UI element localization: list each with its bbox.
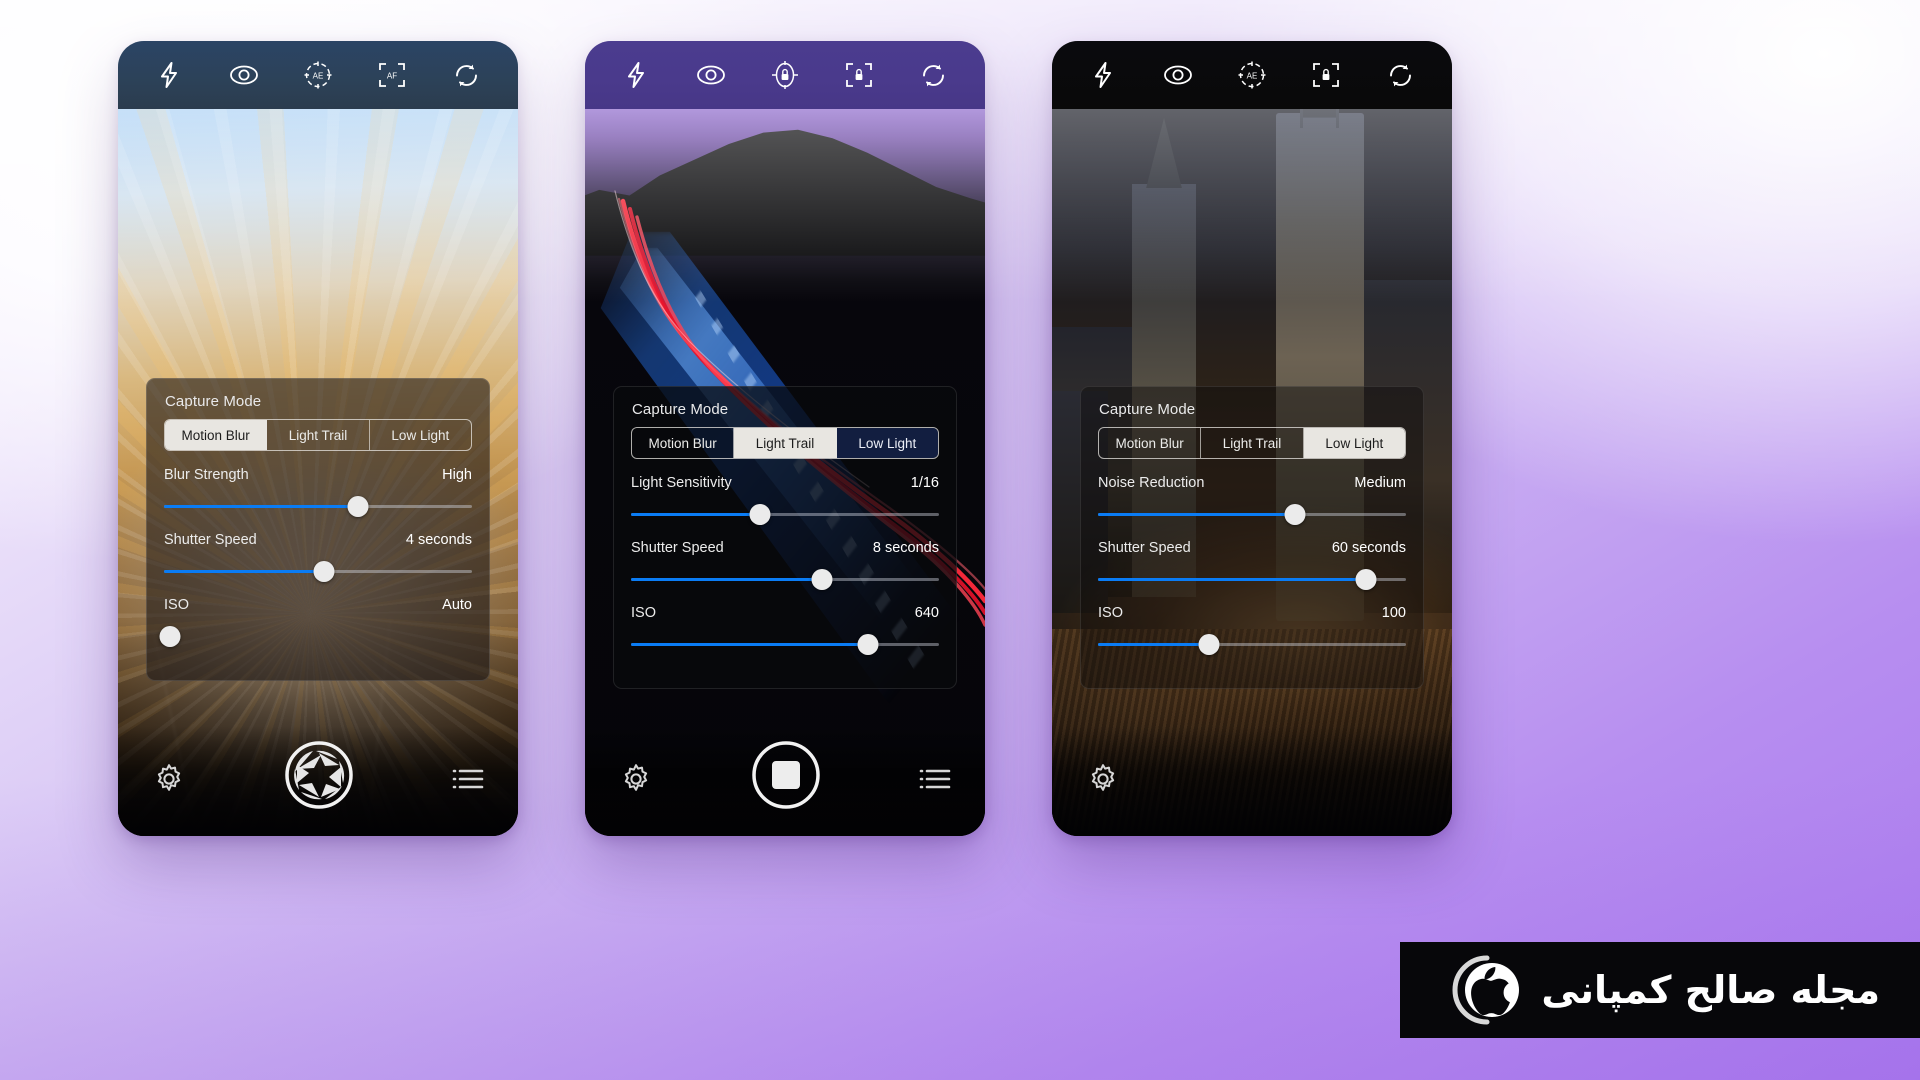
setting-row-noise-reduction: Noise Reduction Medium: [1098, 475, 1406, 526]
shutter-button[interactable]: [749, 738, 823, 812]
flash-icon[interactable]: [616, 55, 656, 95]
capture-mode-segmented-control[interactable]: Motion Blur Light Trail Low Light: [164, 419, 472, 451]
mode-low-light[interactable]: Low Light: [1303, 428, 1405, 458]
watermark-banner: مجله صالح کمپانی: [1400, 942, 1920, 1038]
row-value: 8 seconds: [872, 540, 939, 556]
switch-camera-icon[interactable]: [447, 55, 487, 95]
iso-slider[interactable]: [159, 626, 472, 648]
auto-exposure-lock-icon[interactable]: [765, 55, 805, 95]
watermark-text: مجله صالح کمپانی: [1541, 968, 1880, 1012]
capture-mode-segmented-control[interactable]: Motion Blur Light Trail Low Light: [631, 427, 939, 459]
ae-label: AE: [1247, 71, 1258, 80]
mode-motion-blur[interactable]: Motion Blur: [165, 420, 268, 450]
row-value: 100: [1381, 605, 1406, 621]
iso-slider[interactable]: [1098, 634, 1406, 656]
row-label: ISO: [631, 605, 656, 621]
row-label: Noise Reduction: [1098, 475, 1205, 491]
light-sensitivity-slider[interactable]: [631, 504, 939, 526]
shutter-button[interactable]: [282, 738, 356, 812]
mode-light-trail[interactable]: Light Trail: [1201, 428, 1304, 458]
capture-controls-panel-1: Capture Mode Motion Blur Light Trail Low…: [146, 378, 490, 681]
setting-row-iso: ISO Auto: [159, 597, 472, 648]
camera-top-bar-1: AE AF: [118, 41, 518, 109]
row-label: Shutter Speed: [631, 540, 724, 556]
row-value: 1/16: [910, 475, 939, 491]
setting-row-iso: ISO 640: [631, 605, 939, 656]
phone-mockup-2: Capture Mode Motion Blur Light Trail Low…: [585, 41, 985, 836]
shutter-speed-slider[interactable]: [631, 569, 939, 591]
setting-row-shutter-speed: Shutter Speed 4 seconds: [164, 532, 472, 583]
row-value: 60 seconds: [1331, 540, 1406, 556]
panel-title: Capture Mode: [632, 401, 729, 418]
row-value: High: [442, 467, 472, 483]
camera-screen-3: AE Capture Mode Motion Blur Light Trail …: [1052, 41, 1452, 836]
setting-row-shutter-speed: Shutter Speed 60 seconds: [1098, 540, 1406, 591]
row-value: 640: [914, 605, 939, 621]
row-label: Blur Strength: [164, 467, 249, 483]
screenshot-canvas: AE AF Capture Mode Motion Blur Light Tra…: [0, 0, 1920, 1080]
af-label: AF: [387, 72, 397, 81]
shutter-button[interactable]: [1232, 738, 1306, 812]
mode-motion-blur[interactable]: Motion Blur: [632, 428, 735, 458]
settings-gear-icon[interactable]: [619, 762, 653, 801]
panel-title: Capture Mode: [1099, 401, 1196, 418]
camera-bottom-bar-2: [585, 726, 985, 836]
camera-screen-2: Capture Mode Motion Blur Light Trail Low…: [585, 41, 985, 836]
auto-exposure-icon[interactable]: AE: [298, 55, 338, 95]
row-value: Auto: [442, 597, 472, 613]
camera-bottom-bar-3: [1052, 726, 1452, 836]
row-label: ISO: [164, 597, 189, 613]
switch-camera-icon[interactable]: [914, 55, 954, 95]
shutter-speed-slider[interactable]: [1098, 569, 1406, 591]
camera-top-bar-2: [585, 41, 985, 109]
row-label: Shutter Speed: [164, 532, 257, 548]
apple-logo-icon: [1447, 951, 1525, 1029]
exposure-eye-icon[interactable]: [1158, 55, 1198, 95]
mode-low-light[interactable]: Low Light: [370, 420, 471, 450]
setting-row-light-sensitivity: Light Sensitivity 1/16: [631, 475, 939, 526]
auto-exposure-icon[interactable]: AE: [1232, 55, 1272, 95]
iso-slider[interactable]: [631, 634, 939, 656]
switch-camera-icon[interactable]: [1381, 55, 1421, 95]
setting-row-iso: ISO 100: [1098, 605, 1406, 656]
gallery-list-icon[interactable]: [452, 767, 484, 796]
setting-row-blur-strength: Blur Strength High: [164, 467, 472, 518]
capture-mode-segmented-control[interactable]: Motion Blur Light Trail Low Light: [1098, 427, 1406, 459]
exposure-eye-icon[interactable]: [224, 55, 264, 95]
mode-low-light[interactable]: Low Light: [836, 428, 938, 458]
noise-reduction-slider[interactable]: [1098, 504, 1406, 526]
row-label: ISO: [1098, 605, 1123, 621]
mode-motion-blur[interactable]: Motion Blur: [1099, 428, 1202, 458]
flash-icon[interactable]: [149, 55, 189, 95]
auto-focus-lock-icon[interactable]: [1306, 55, 1346, 95]
shutter-speed-slider[interactable]: [164, 561, 472, 583]
flash-icon[interactable]: [1083, 55, 1123, 95]
settings-gear-icon[interactable]: [152, 762, 186, 801]
capture-controls-panel-3: Capture Mode Motion Blur Light Trail Low…: [1080, 386, 1424, 689]
phone-mockup-1: AE AF Capture Mode Motion Blur Light Tra…: [118, 41, 518, 836]
capture-controls-panel-2: Capture Mode Motion Blur Light Trail Low…: [613, 386, 957, 689]
camera-screen-1: AE AF Capture Mode Motion Blur Light Tra…: [118, 41, 518, 836]
gallery-list-icon[interactable]: [919, 767, 951, 796]
ae-label: AE: [313, 71, 324, 80]
setting-row-shutter-speed: Shutter Speed 8 seconds: [631, 540, 939, 591]
auto-focus-icon[interactable]: AF: [372, 55, 412, 95]
mode-light-trail[interactable]: Light Trail: [734, 428, 837, 458]
exposure-eye-icon[interactable]: [691, 55, 731, 95]
settings-gear-icon[interactable]: [1086, 762, 1120, 801]
phone-mockup-3: AE Capture Mode Motion Blur Light Trail …: [1052, 41, 1452, 836]
camera-top-bar-3: AE: [1052, 41, 1452, 109]
row-value: 4 seconds: [405, 532, 472, 548]
mode-light-trail[interactable]: Light Trail: [267, 420, 370, 450]
auto-focus-lock-icon[interactable]: [839, 55, 879, 95]
panel-title: Capture Mode: [165, 393, 262, 410]
blur-strength-slider[interactable]: [164, 496, 472, 518]
camera-bottom-bar-1: [118, 726, 518, 836]
row-value: Medium: [1354, 475, 1406, 491]
row-label: Shutter Speed: [1098, 540, 1191, 556]
row-label: Light Sensitivity: [631, 475, 732, 491]
